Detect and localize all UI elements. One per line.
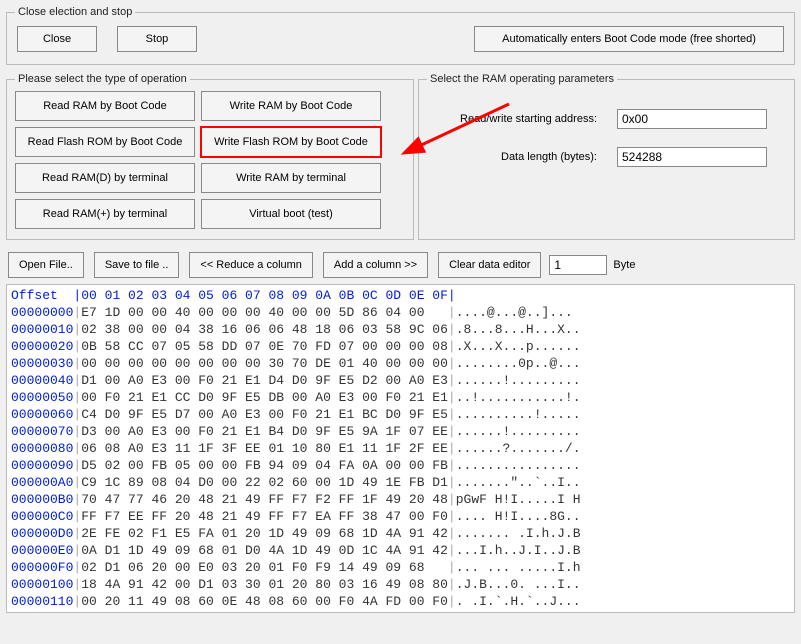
operation-fieldset: Please select the type of operation Read…	[6, 73, 414, 240]
read-flash-boot-button[interactable]: Read Flash ROM by Boot Code	[15, 127, 195, 157]
byte-count-input[interactable]	[549, 255, 607, 275]
close-button[interactable]: Close	[17, 26, 97, 52]
hex-editor[interactable]: Offset |00 01 02 03 04 05 06 07 08 09 0A…	[6, 284, 795, 613]
ram-len-input[interactable]	[617, 147, 767, 167]
close-group-legend: Close election and stop	[15, 6, 135, 18]
reduce-column-button[interactable]: << Reduce a column	[189, 252, 313, 278]
read-ram-boot-button[interactable]: Read RAM by Boot Code	[15, 91, 195, 121]
read-ram-p-term-button[interactable]: Read RAM(+) by terminal	[15, 199, 195, 229]
write-flash-boot-button[interactable]: Write Flash ROM by Boot Code	[201, 127, 381, 157]
add-column-button[interactable]: Add a column >>	[323, 252, 428, 278]
clear-editor-button[interactable]: Clear data editor	[438, 252, 541, 278]
stop-button[interactable]: Stop	[117, 26, 197, 52]
write-ram-term-button[interactable]: Write RAM by terminal	[201, 163, 381, 193]
auto-boot-button[interactable]: Automatically enters Boot Code mode (fre…	[474, 26, 784, 52]
byte-label: Byte	[613, 259, 635, 271]
operation-legend: Please select the type of operation	[15, 73, 190, 85]
ram-addr-label: Read/write starting address:	[437, 113, 617, 125]
read-ram-d-term-button[interactable]: Read RAM(D) by terminal	[15, 163, 195, 193]
ram-params-fieldset: Select the RAM operating parameters Read…	[418, 73, 795, 240]
toolbar: Open File.. Save to file .. << Reduce a …	[6, 250, 795, 280]
close-group-fieldset: Close election and stop Close Stop Autom…	[6, 6, 795, 65]
save-file-button[interactable]: Save to file ..	[94, 252, 180, 278]
open-file-button[interactable]: Open File..	[8, 252, 84, 278]
virtual-boot-button[interactable]: Virtual boot (test)	[201, 199, 381, 229]
ram-params-legend: Select the RAM operating parameters	[427, 73, 617, 85]
ram-addr-input[interactable]	[617, 109, 767, 129]
ram-len-label: Data length (bytes):	[437, 151, 617, 163]
write-ram-boot-button[interactable]: Write RAM by Boot Code	[201, 91, 381, 121]
